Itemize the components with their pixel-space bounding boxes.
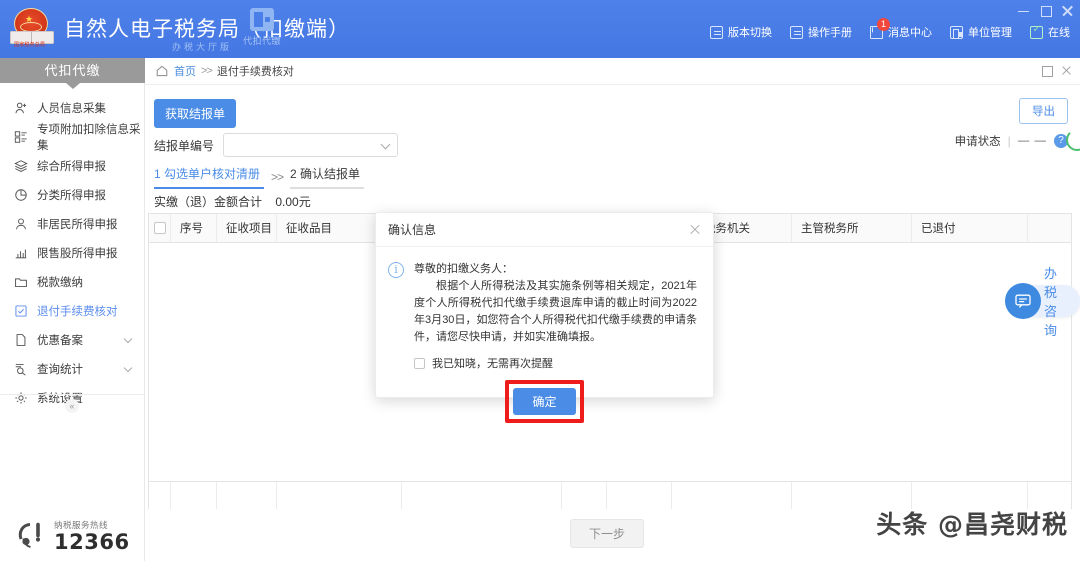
dialog-header: 确认信息: [376, 213, 713, 247]
dialog-body-text: 根据个人所得税法及其实施条例等相关规定，2021年度个人所得税代扣代缴手续费退库…: [414, 280, 697, 344]
dialog-greeting: 尊敬的扣缴义务人：: [414, 263, 513, 275]
dialog-body: i 尊敬的扣缴义务人： 根据个人所得税法及其实施条例等相关规定，2021年度个人…: [376, 247, 713, 346]
confirm-info-dialog: 确认信息 i 尊敬的扣缴义务人： 根据个人所得税法及其实施条例等相关规定，202…: [375, 212, 714, 424]
modal-overlay: 确认信息 i 尊敬的扣缴义务人： 根据个人所得税法及其实施条例等相关规定，202…: [0, 0, 1080, 561]
dialog-footer: 确定: [376, 380, 713, 424]
dont-remind-row[interactable]: 我已知晓，无需再次提醒: [414, 355, 713, 371]
confirm-button-highlight: 确定: [505, 380, 584, 424]
close-icon[interactable]: [689, 224, 701, 236]
watermark: 头条 @昌尧财税: [876, 510, 1068, 539]
confirm-button[interactable]: 确定: [513, 388, 576, 416]
checkbox-icon[interactable]: [414, 357, 425, 369]
info-icon: i: [388, 262, 404, 278]
dont-remind-label: 我已知晓，无需再次提醒: [432, 358, 553, 371]
application-window: ★ 国家税务总局 自然人电子税务局（扣缴端） 办税大厅版 代扣代缴 版本切换 操…: [0, 0, 1080, 561]
dialog-message: 尊敬的扣缴义务人： 根据个人所得税法及其实施条例等相关规定，2021年度个人所得…: [414, 261, 697, 346]
dialog-title: 确认信息: [388, 223, 437, 237]
